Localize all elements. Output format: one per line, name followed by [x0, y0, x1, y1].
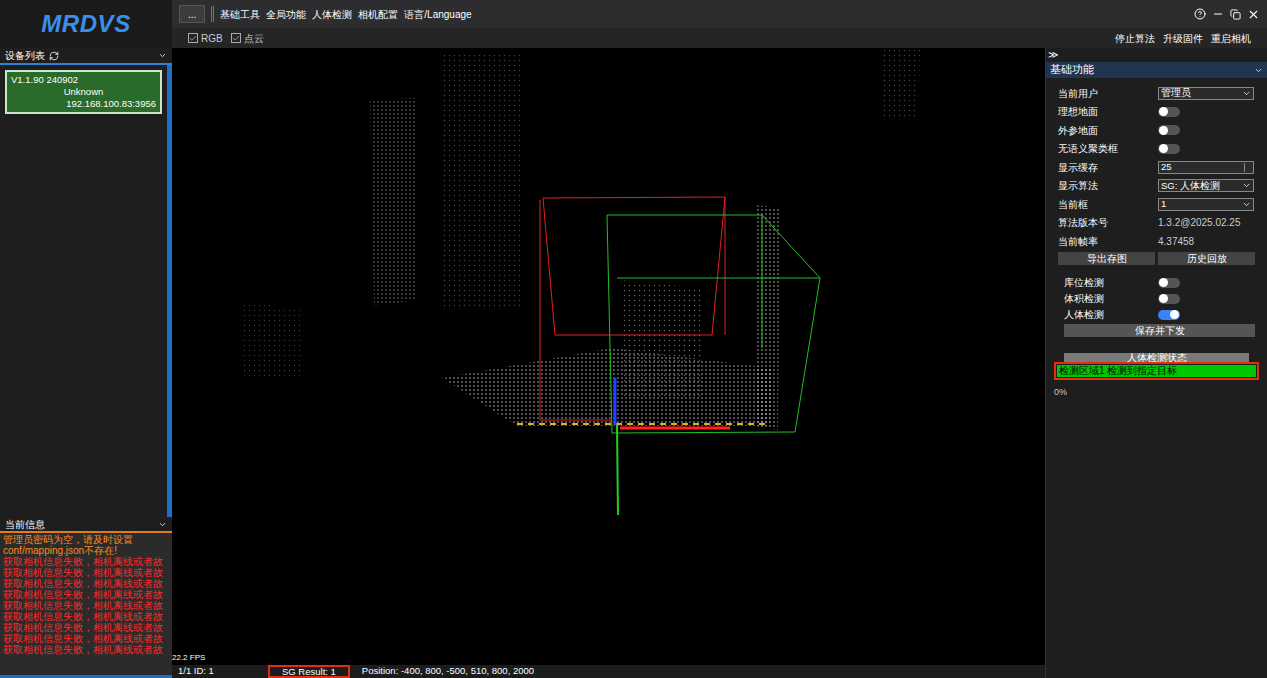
- close-icon[interactable]: [1247, 8, 1260, 21]
- tool-bar: RGB 点云 停止算法升级固件重启相机: [172, 28, 1267, 48]
- select-field[interactable]: 1: [1158, 198, 1254, 211]
- setting-row: 当前帧率4.37458: [1058, 232, 1255, 251]
- device-list-header: 设备列表: [0, 48, 172, 65]
- dropdown-icon: [1242, 89, 1251, 98]
- minimize-icon[interactable]: [1212, 8, 1224, 20]
- view-checkbox[interactable]: 点云: [231, 31, 264, 46]
- log-line: 获取相机信息失败，相机离线或者故: [3, 567, 169, 578]
- select-field[interactable]: 管理员: [1158, 87, 1254, 100]
- setting-row: 理想地面: [1058, 103, 1255, 122]
- log-line: 管理员密码为空，请及时设置: [3, 534, 169, 545]
- menu-item[interactable]: 人体检测: [312, 7, 352, 22]
- check-icon: [232, 34, 240, 43]
- action-button[interactable]: 停止算法: [1115, 31, 1155, 46]
- menu-item[interactable]: 基础工具: [220, 7, 260, 22]
- check-icon: [189, 34, 197, 43]
- collapse-icon[interactable]: [158, 51, 167, 60]
- left-panel: MRDVS设备列表 V1.1.90 240902Unknown192.168.10…: [0, 0, 172, 678]
- result-label: SG Result: 1: [268, 665, 350, 678]
- status-outline: 检测区域1 检测到指定目标: [1054, 362, 1259, 380]
- setting-row: 算法版本号1.3.2@2025.02.25: [1058, 214, 1255, 233]
- dropdown-icon: [1242, 200, 1251, 209]
- collapse-button[interactable]: ≫: [1046, 48, 1267, 62]
- panel-button[interactable]: 历史回放: [1158, 252, 1255, 265]
- scrollbar[interactable]: [167, 65, 172, 517]
- point-cloud-view[interactable]: [172, 48, 1045, 665]
- toggle-switch[interactable]: [1158, 125, 1180, 135]
- collapse-icon[interactable]: [1254, 66, 1263, 75]
- toggle-switch[interactable]: [1158, 107, 1180, 117]
- restore-icon[interactable]: [1230, 9, 1241, 20]
- status-title: 人体检测状态: [1064, 353, 1249, 362]
- spin-field[interactable]: 25: [1158, 161, 1254, 174]
- menu-item[interactable]: 相机配置: [358, 7, 398, 22]
- setting-row: 显示算法SG: 人体检测: [1058, 177, 1255, 196]
- more-button[interactable]: ...: [179, 5, 205, 23]
- setting-row: 无语义聚类框: [1058, 140, 1255, 159]
- logo: MRDVS: [0, 0, 172, 48]
- detection-row: 体积检测: [1064, 291, 1255, 307]
- fps-label: 22.2 FPS: [172, 652, 205, 664]
- toggle-switch[interactable]: [1158, 144, 1180, 154]
- collapse-icon[interactable]: [158, 520, 167, 529]
- detection-toggle[interactable]: [1158, 278, 1180, 288]
- progress-label: 0%: [1054, 386, 1259, 400]
- status-bar: 1/1 ID: 1SG Result: 1Position: -400, 800…: [172, 665, 1045, 678]
- log-line: 获取相机信息失败，相机离线或者故: [3, 589, 169, 600]
- panel-header: 基础功能: [1046, 62, 1267, 78]
- detection-row: 人体检测: [1064, 307, 1255, 323]
- refresh-icon[interactable]: [49, 51, 59, 61]
- help-icon[interactable]: [1194, 8, 1206, 20]
- setting-row: 显示缓存25: [1058, 158, 1255, 177]
- action-button[interactable]: 升级固件: [1163, 31, 1203, 46]
- detection-row: 库位检测: [1064, 275, 1255, 291]
- setting-row: 当前框1: [1058, 195, 1255, 214]
- log-list: 管理员密码为空，请及时设置conf/mapping.json不存在!获取相机信息…: [0, 533, 172, 675]
- detection-toggle[interactable]: [1158, 294, 1180, 304]
- log-header: 当前信息: [0, 517, 172, 533]
- panel-button[interactable]: 导出存图: [1058, 252, 1155, 265]
- menu-item[interactable]: 全局功能: [266, 7, 306, 22]
- log-line: 获取相机信息失败，相机离线或者故: [3, 556, 169, 567]
- log-line: 获取相机信息失败，相机离线或者故: [3, 578, 169, 589]
- view-checkbox[interactable]: RGB: [188, 31, 223, 46]
- log-line: 获取相机信息失败，相机离线或者故: [3, 622, 169, 633]
- menu-item[interactable]: 语言/Language: [404, 7, 471, 22]
- setting-row: 外参地面: [1058, 121, 1255, 140]
- action-button[interactable]: 重启相机: [1211, 31, 1251, 46]
- status-bar-fill: 检测区域1 检测到指定目标: [1057, 365, 1256, 377]
- detection-toggle[interactable]: [1158, 310, 1180, 320]
- log-line: 获取相机信息失败，相机离线或者故: [3, 633, 169, 644]
- menu-bar: ... 基础工具全局功能人体检测相机配置语言/Language: [172, 0, 1267, 28]
- log-line: 获取相机信息失败，相机离线或者故: [3, 644, 169, 655]
- setting-row: 当前用户管理员: [1058, 84, 1255, 103]
- log-line: 获取相机信息失败，相机离线或者故: [3, 611, 169, 622]
- settings-panel: ≫基础功能当前用户管理员理想地面外参地面无语义聚类框显示缓存25显示算法SG: …: [1045, 48, 1267, 678]
- save-button[interactable]: 保存并下发: [1064, 324, 1255, 337]
- log-line: conf/mapping.json不存在!: [3, 545, 169, 556]
- device-card[interactable]: V1.1.90 240902Unknown192.168.100.83:3956: [5, 70, 162, 114]
- dropdown-icon: [1242, 181, 1251, 190]
- log-line: 获取相机信息失败，相机离线或者故: [3, 600, 169, 611]
- select-field[interactable]: SG: 人体检测: [1158, 179, 1254, 192]
- app-window: MRDVS设备列表 V1.1.90 240902Unknown192.168.10…: [0, 0, 1267, 678]
